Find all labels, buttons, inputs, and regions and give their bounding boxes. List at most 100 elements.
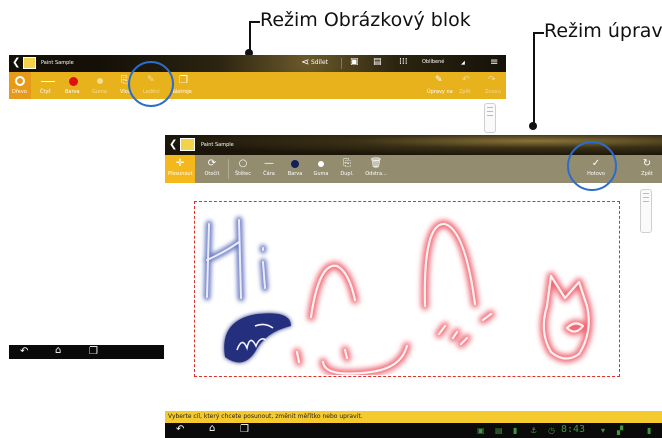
doodle-cat: [539, 272, 593, 363]
clock: 8:43: [561, 424, 586, 435]
tool-move[interactable]: ✛ Přesunout: [165, 155, 195, 183]
menu-icon[interactable]: ≡: [490, 57, 498, 68]
callout-line-left: [249, 21, 260, 23]
callout-dot-right: [529, 122, 537, 130]
back-chevron-icon[interactable]: ❮: [169, 139, 177, 150]
doodle-leaf: [224, 313, 291, 363]
selection-frame[interactable]: [194, 201, 620, 377]
trash-icon: 🗑: [369, 158, 383, 169]
tool-label: Otočit: [204, 171, 220, 177]
tool-label: Barva: [287, 171, 303, 177]
back-chevron-icon[interactable]: ❮: [12, 57, 20, 68]
back-toolbar: Dřevo Čtyř. Barva Guma ⎘ Vlož ✎ Ladění ❐…: [9, 72, 506, 99]
rotate-icon: ⟳: [207, 158, 217, 169]
tool-label: Čára: [263, 171, 275, 177]
doodle-hi: [203, 216, 269, 302]
share-icon[interactable]: ⋖: [301, 57, 309, 68]
back-scroll-handle[interactable]: [484, 103, 496, 133]
back-tool-label: Úpravy na: [427, 89, 453, 95]
color-dot-icon: [69, 77, 78, 86]
back-nav-bar: ↶ ⌂ ❐: [9, 345, 164, 359]
divider: [228, 159, 229, 179]
back-tool-brush[interactable]: Dřevo: [9, 72, 31, 99]
undo-button[interactable]: ↻ Zpět: [635, 155, 659, 183]
front-scroll-handle[interactable]: [640, 189, 652, 233]
battery-icon: ▮: [647, 426, 652, 435]
color-dot-icon: [291, 160, 299, 168]
back-tool-line[interactable]: Čtyř.: [37, 72, 59, 99]
home-icon[interactable]: ⌂: [55, 346, 61, 356]
back-tool-label: Nástroje: [171, 89, 192, 95]
tool-line[interactable]: — Čára: [257, 155, 281, 183]
recent-apps-icon[interactable]: ❐: [240, 425, 249, 435]
alarm-icon: ◷: [548, 426, 555, 435]
callout-edit-mode: Režim úprav: [544, 20, 662, 42]
highlight-circle-back: [128, 61, 174, 107]
share-label[interactable]: Sdílet: [311, 59, 328, 66]
move-icon: ✛: [175, 158, 185, 169]
grid-icon[interactable]: ⁞⁞⁞: [399, 57, 408, 67]
screenshot-icon[interactable]: ▤: [495, 426, 503, 436]
back-tool-redo[interactable]: ↷ Znovu: [481, 72, 503, 99]
doodle-smile: [293, 220, 495, 375]
back-tool-eraser[interactable]: Guma: [89, 72, 111, 99]
app-icon: [23, 57, 36, 69]
back-tool-label: Guma: [92, 89, 107, 95]
tool-label: Odstra...: [365, 171, 387, 177]
usb-icon[interactable]: ⚓: [530, 426, 537, 436]
undo-icon: ↶: [462, 75, 470, 85]
tool-eraser[interactable]: Guma: [309, 155, 333, 183]
undo-icon: ↻: [642, 158, 652, 169]
signal-icon: ▞: [617, 426, 624, 435]
back-tool-label: Barva: [65, 89, 80, 95]
highlight-circle-done: [567, 141, 617, 191]
home-icon[interactable]: ⌂: [209, 424, 215, 434]
callout-picture-mode: Režim Obrázkový blok: [260, 9, 471, 31]
drawing-canvas: [203, 216, 593, 375]
brush-icon: ○: [238, 158, 248, 169]
back-tool-label: Čtyř.: [40, 89, 52, 95]
app-icon: [180, 138, 195, 151]
eraser-icon: [97, 78, 103, 84]
front-app-title: Paint Sample: [201, 142, 234, 148]
recent-apps-icon[interactable]: ❐: [89, 347, 98, 357]
line-icon: [41, 81, 55, 82]
status-bar: Vyberte cíl, který chcete posunout, změn…: [165, 411, 662, 423]
divider: [341, 58, 342, 69]
back-tool-color[interactable]: Barva: [63, 72, 85, 99]
tool-delete[interactable]: 🗑 Odstra...: [361, 155, 391, 183]
back-title-bar: ❮ Paint Sample ⋖ Sdílet ▣ ▤ ⁞⁞⁞ Oblíbené…: [9, 55, 506, 72]
eraser-icon: [318, 161, 324, 167]
save-icon[interactable]: ▤: [373, 57, 382, 67]
page-icon[interactable]: ▣: [350, 57, 359, 67]
tool-color[interactable]: Barva: [283, 155, 307, 183]
back-tool-label: Dřevo: [12, 89, 27, 95]
callout-line-right-vertical: [533, 32, 535, 125]
back-icon[interactable]: ↶: [176, 425, 184, 435]
back-app-title: Paint Sample: [41, 60, 74, 66]
back-tool-label: Zpět: [459, 89, 471, 95]
tool-label: Přesunout: [167, 171, 193, 177]
callout-line-right: [534, 32, 544, 34]
tool-duplicate[interactable]: ⎘ Dupl.: [335, 155, 359, 183]
duplicate-icon: ⎘: [343, 158, 351, 169]
tool-rotate[interactable]: ⟳ Otočit: [200, 155, 224, 183]
front-nav-bar: ↶ ⌂ ❐ ▣ ▤ ▮ ⚓ ◷ 8:43 ▾ ▞ ▮: [165, 423, 662, 438]
tools-icon: ❐: [179, 75, 188, 86]
dropdown-icon[interactable]: ◢: [461, 60, 465, 66]
tool-label: Guma: [313, 171, 329, 177]
back-tool-label: Znovu: [485, 89, 501, 95]
back-icon[interactable]: ↶: [20, 347, 28, 357]
file-icon[interactable]: ▮: [513, 426, 517, 436]
line-icon: —: [264, 158, 274, 169]
wifi-icon: ▾: [601, 426, 606, 435]
pencil-icon: ✎: [435, 75, 443, 85]
tool-label: Štětec: [235, 171, 251, 177]
circle-icon: [15, 76, 25, 86]
back-tool-edit-mode[interactable]: ✎ Úpravy na: [427, 72, 453, 99]
tool-label: Dupl.: [340, 171, 354, 177]
favorites-label[interactable]: Oblíbené: [422, 59, 444, 65]
notification-icon[interactable]: ▣: [477, 426, 485, 436]
tool-brush[interactable]: ○ Štětec: [231, 155, 255, 183]
back-tool-undo[interactable]: ↶ Zpět: [455, 72, 477, 99]
